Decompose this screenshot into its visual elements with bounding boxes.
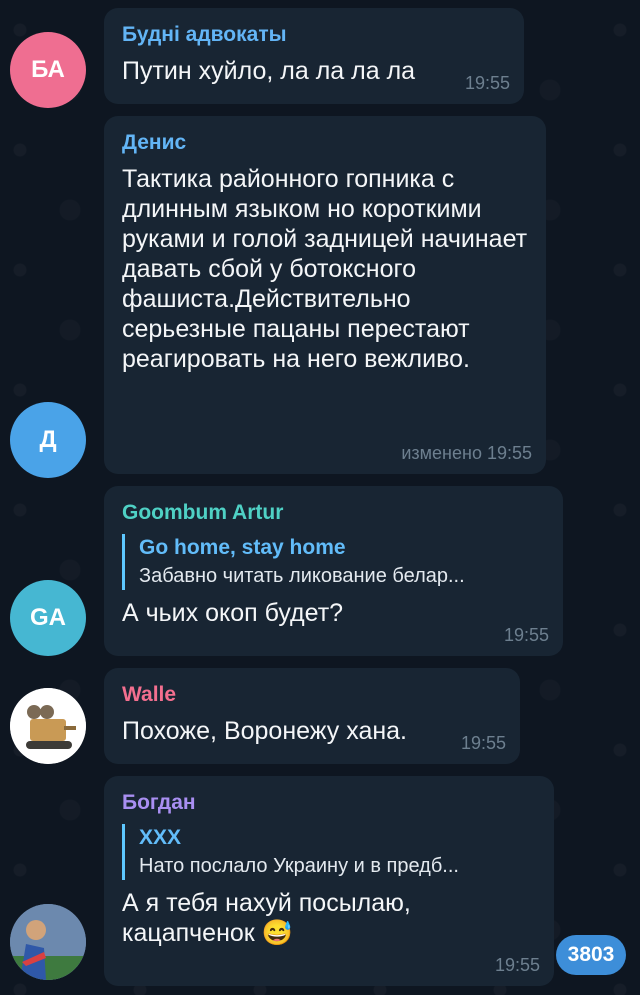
chat-screen: { "messages": [ {"avatar_text":"БА","sen… (0, 0, 640, 995)
message-text: А я тебя нахуй посылаю, кацапченок 😅 (122, 888, 452, 948)
reply-sender: Go home, stay home (139, 536, 346, 559)
sender-name[interactable]: Будні адвокаты (122, 22, 506, 48)
message-time: 19:55 (494, 955, 540, 975)
reply-text: Нато послало Украину и в предб... (139, 855, 459, 877)
message-text: Тактика районного гопника с длинным язык… (122, 165, 528, 373)
sender-name[interactable]: Денис (122, 130, 528, 156)
message-time: 19:55 (460, 733, 506, 753)
bogdan-avatar-icon (10, 904, 86, 980)
message-bubble[interactable]: Денис Тактика районного гопника с длинны… (104, 116, 546, 474)
message-time: 19:55 (503, 625, 549, 645)
avatar[interactable]: Д (10, 402, 86, 478)
message-time: изменено 19:55 (401, 443, 532, 463)
reply-sender: XXX (139, 826, 182, 849)
walle-avatar-icon (10, 688, 86, 764)
reply-quote[interactable]: XXX Нато послало Украину и в предб... (122, 824, 536, 880)
avatar[interactable]: GA (10, 580, 86, 656)
message-bubble[interactable]: Богдан XXX Нато послало Украину и в пред… (104, 776, 554, 986)
message-bubble[interactable]: Будні адвокаты Путин хуйло, ла ла ла ла … (104, 8, 524, 104)
message-text: Путин хуйло, ла ла ла ла (122, 57, 416, 85)
bogdan-avatar-icon[interactable] (10, 904, 86, 980)
sender-name[interactable]: Walle (122, 682, 502, 708)
sender-name[interactable]: Богдан (122, 790, 536, 816)
sweat-smile-icon: 😅 (261, 919, 293, 947)
avatar[interactable]: БА (10, 32, 86, 108)
unread-badge[interactable]: 3803 (556, 935, 626, 975)
reply-quote[interactable]: Go home, stay home Забавно читать ликова… (122, 534, 545, 590)
message-text: А чьих окоп будет? (122, 599, 344, 627)
walle-avatar-icon[interactable] (10, 688, 86, 764)
message-bubble[interactable]: Goombum Artur Go home, stay home Забавно… (104, 486, 563, 656)
message-time: 19:55 (464, 73, 510, 93)
message-text: Похоже, Воронежу хана. (122, 717, 407, 745)
sender-name[interactable]: Goombum Artur (122, 500, 545, 526)
message-bubble[interactable]: Walle Похоже, Воронежу хана. 19:55 (104, 668, 520, 764)
reply-text: Забавно читать ликование белар... (139, 565, 465, 587)
